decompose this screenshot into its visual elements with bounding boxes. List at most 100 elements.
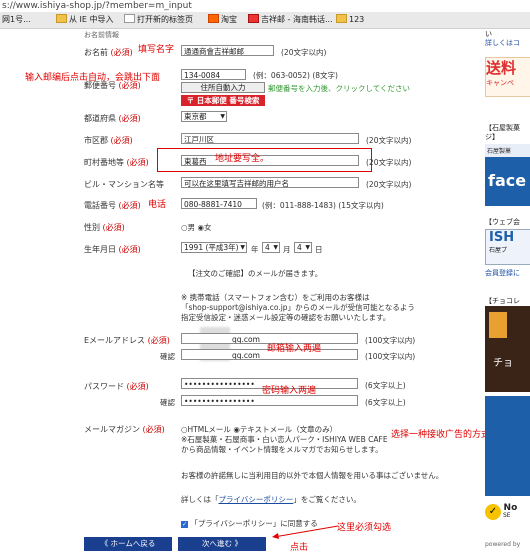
city-hint: (20文字以内)	[366, 136, 412, 145]
email-label: Eメールアドレス (必須)	[84, 336, 170, 345]
ishiya-label: ISH	[489, 230, 515, 245]
privacy-text: お客様の許諾無しに当利用目的以外で本個人情報を用いる事はございません。	[181, 471, 444, 480]
taobao-icon	[208, 14, 219, 23]
password-confirm-input[interactable]: ••••••••••••••••	[181, 395, 358, 406]
facebook-sub: 石屋製菓	[485, 144, 530, 157]
month-unit: 月	[283, 245, 291, 254]
annotation-phone: 电话	[148, 200, 167, 210]
campaign-label: キャンペ	[486, 79, 514, 87]
chocolate-label: チョ	[493, 358, 513, 369]
annotation-must-check: 这里必须勾选	[337, 523, 392, 533]
birth-month-select[interactable]: 4 ▼	[262, 242, 280, 253]
magazine-desc-line2: から商品情報・イベント情報をメルマガでお知らせします。	[181, 445, 383, 454]
gender-label: 性別 (必須)	[84, 223, 125, 232]
chocolate-box-image	[489, 312, 507, 338]
shipping-banner[interactable]: 送料 キャンペ	[485, 57, 530, 97]
double-chevron-left-icon: 《	[100, 539, 109, 548]
ishiya-banner[interactable]: ISH 石屋プ	[485, 229, 530, 265]
sidebar-section2: 【ウェブ会	[485, 218, 520, 226]
chevron-down-icon: ▼	[273, 244, 278, 251]
annotation-email: 邮箱输入两遍	[267, 344, 322, 354]
agree-checkbox[interactable]: ✓	[181, 521, 188, 528]
phone-hint: (例：011-888-1483) (15文字以内)	[262, 201, 384, 210]
bookmark-item[interactable]: 网1号...	[2, 14, 31, 26]
chocolate-banner[interactable]: チョ	[485, 306, 530, 392]
birth-year-select[interactable]: 1991 (平成3年) ▼	[181, 242, 247, 253]
email-confirm-label: 確認	[160, 352, 175, 361]
annotation-click: 点击	[290, 543, 309, 553]
sidebar-section1: 【石屋製菓 ジ】	[485, 124, 520, 141]
bookmark-item[interactable]: 打开新的标签页	[124, 14, 193, 26]
day-unit: 日	[315, 245, 323, 254]
mobile-note-line3: 指定受信設定・迷惑メール設定等の確認をお願いいたします。	[181, 313, 391, 322]
jp-post-icon: 〒	[186, 96, 197, 105]
town-label: 町村番地等 (必須)	[84, 158, 149, 167]
email-confirm-hint: (100文字以内)	[365, 352, 416, 361]
member-login-link[interactable]: 会員登録に	[485, 268, 520, 278]
checkmark-icon: ✓	[485, 504, 501, 520]
building-hint: (20文字以内)	[366, 180, 412, 189]
annotation-address: 地址要写全。	[215, 154, 270, 164]
prefecture-label: 都道府県 (必須)	[84, 114, 141, 123]
japan-post-search-button[interactable]: 〒 日本郵便 番号検索	[181, 95, 265, 106]
password-confirm-hint: (6文字以上)	[365, 398, 406, 407]
chevron-down-icon: ▼	[240, 244, 245, 251]
name-label: お名前 (必須)	[84, 48, 133, 57]
privacy-detail: 詳しくは「プライバシーポリシー」をご覧ください。	[181, 495, 361, 504]
sidebar-blue-banner[interactable]	[485, 396, 530, 496]
facebook-banner[interactable]: 石屋製菓 face	[485, 144, 530, 206]
magazine-text-radio[interactable]: ◉テキストメール（文章のみ）	[233, 425, 337, 434]
powered-by: powered by	[485, 541, 521, 548]
annotation-ad-method: 选择一种接收广告的方式	[391, 430, 491, 440]
next-button[interactable]: 次へ進む 》	[178, 537, 266, 551]
gender-radio-group: ○男 ◉女	[181, 222, 211, 233]
year-unit: 年	[251, 245, 259, 254]
site-icon	[248, 14, 259, 23]
bookmark-item[interactable]: 从 IE 中导入	[56, 14, 114, 26]
phone-label: 電話番号 (必須)	[84, 201, 141, 210]
postal-input[interactable]: 134-0084	[181, 69, 246, 80]
confirm-email-note: 【注文のご確認】のメールが届きます。	[188, 269, 323, 278]
chevron-down-icon: ▼	[305, 244, 310, 251]
autofill-hint: 郵便番号を入力後、クリックしてください	[268, 84, 411, 93]
magazine-label: メールマガジン (必須)	[84, 425, 165, 434]
section-header: お名前情報	[84, 31, 119, 39]
bookmark-item[interactable]: 123	[336, 14, 364, 26]
building-label: ビル・マンション名等	[84, 180, 164, 189]
shipping-label: 送料	[486, 59, 517, 77]
annotation-arrow	[272, 525, 339, 539]
bookmark-item[interactable]: 吉祥邮 - 海南韩话...	[248, 14, 333, 26]
gender-female-radio[interactable]: ◉女	[197, 223, 211, 232]
facebook-label: face	[488, 171, 527, 190]
birth-day-select[interactable]: 4 ▼	[294, 242, 312, 253]
annotation-postal: 输入邮编后点击自动，会跳出下面	[25, 73, 161, 83]
double-chevron-right-icon: 》	[234, 539, 242, 548]
ishiya-sub: 石屋プ	[489, 247, 508, 254]
building-input[interactable]: 可以在这里填写吉祥邮的用户名	[181, 177, 359, 188]
annotation-fill-name: 填写名字	[138, 45, 175, 55]
town-hint: (20文字以内)	[366, 158, 412, 167]
folder-icon	[56, 14, 67, 23]
privacy-policy-link[interactable]: プライバシーポリシー	[219, 495, 294, 504]
city-label: 市区郡 (必須)	[84, 136, 133, 145]
city-input[interactable]: 江戸川区	[181, 133, 359, 144]
prefecture-select[interactable]: 東京都 ▼	[181, 111, 227, 122]
bookmarks-bar: 网1号... 从 IE 中导入 打开新的标签页 淘宝 吉祥邮 - 海南韩话...…	[0, 12, 530, 29]
phone-input[interactable]: 080-8881-7410	[181, 198, 257, 209]
name-input[interactable]: 通通商會吉祥邮邮	[181, 45, 274, 56]
postal-hint: (例：063-0052) (8文字)	[253, 71, 338, 80]
birthday-label: 生年月日 (必須)	[84, 245, 141, 254]
norton-badge: ✓ No SE	[485, 503, 530, 537]
address-autofill-button[interactable]: 住所自動入力	[181, 82, 265, 93]
home-back-button[interactable]: 《 ホームへ戻る	[84, 537, 172, 551]
magazine-html-radio[interactable]: ○HTMLメール	[181, 425, 231, 434]
password-label: パスワード (必須)	[84, 382, 149, 391]
gender-male-radio[interactable]: ○男	[181, 223, 195, 232]
address-bar[interactable]: s://www.ishiya-shop.jp/?member=m_input	[0, 0, 530, 12]
email-hint: (100文字以内)	[365, 336, 416, 345]
bookmark-item[interactable]: 淘宝	[208, 14, 237, 26]
password-hint: (6文字以上)	[365, 381, 406, 390]
chevron-down-icon: ▼	[220, 113, 225, 120]
name-hint: (20文字以内)	[281, 48, 327, 57]
sidebar-top-text: い詳しくはコ	[485, 30, 520, 47]
